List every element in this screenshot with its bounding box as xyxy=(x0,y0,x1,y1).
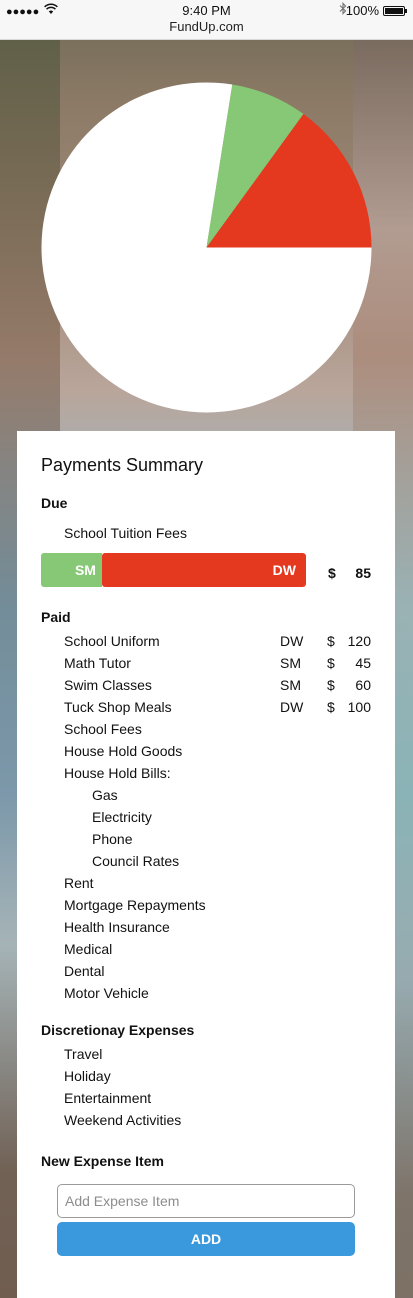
paid-subitem-gas[interactable]: Gas xyxy=(92,787,118,803)
paid-item-currency: $ xyxy=(327,655,335,671)
battery-icon xyxy=(383,6,407,16)
due-item-label[interactable]: School Tuition Fees xyxy=(64,525,187,541)
add-expense-input[interactable] xyxy=(57,1184,355,1218)
due-bar-dw-segment: DW xyxy=(101,553,306,587)
paid-item-house-hold-bills[interactable]: House Hold Bills: xyxy=(64,765,171,781)
paid-item-amount: 60 xyxy=(355,677,371,693)
add-expense-button[interactable]: ADD xyxy=(57,1222,355,1256)
due-bar-dw-label: DW xyxy=(272,562,296,578)
paid-item-motor-vehicle[interactable]: Motor Vehicle xyxy=(64,985,149,1001)
paid-item-initials: SM xyxy=(280,655,301,671)
due-amount: 85 xyxy=(355,565,371,581)
paid-item-medical[interactable]: Medical xyxy=(64,941,112,957)
card-title: Payments Summary xyxy=(41,455,204,475)
paid-item-initials: SM xyxy=(280,677,301,693)
paid-item-amount: 100 xyxy=(347,699,371,715)
paid-subitem-electricity[interactable]: Electricity xyxy=(92,809,152,825)
paid-item-currency: $ xyxy=(327,677,335,693)
section-discretionary-heading: Discretionay Expenses xyxy=(41,1022,195,1038)
section-paid-heading: Paid xyxy=(41,609,71,625)
paid-item-currency: $ xyxy=(327,699,335,715)
paid-item-swim-classes[interactable]: Swim Classes xyxy=(64,677,152,693)
paid-item-mortgage-repayments[interactable]: Mortgage Repayments xyxy=(64,897,206,913)
section-due-heading: Due xyxy=(41,495,68,511)
paid-item-house-hold-goods[interactable]: House Hold Goods xyxy=(64,743,182,759)
battery-fill xyxy=(385,8,403,14)
payments-summary-card: Payments Summary Due School Tuition Fees… xyxy=(17,431,395,1298)
discretionary-item-entertainment[interactable]: Entertainment xyxy=(64,1090,151,1106)
paid-subitem-council-rates[interactable]: Council Rates xyxy=(92,853,179,869)
paid-item-health-insurance[interactable]: Health Insurance xyxy=(64,919,170,935)
address-url[interactable]: FundUp.com xyxy=(0,19,413,34)
discretionary-item-holiday[interactable]: Holiday xyxy=(64,1068,111,1084)
paid-item-math-tutor[interactable]: Math Tutor xyxy=(64,655,131,671)
paid-item-initials: DW xyxy=(280,633,304,649)
payments-pie-chart xyxy=(41,82,372,413)
discretionary-item-travel[interactable]: Travel xyxy=(64,1046,102,1062)
due-split-bar[interactable]: SM DW xyxy=(41,553,306,587)
paid-item-amount: 120 xyxy=(347,633,371,649)
paid-item-school-uniform[interactable]: School Uniform xyxy=(64,633,160,649)
paid-item-currency: $ xyxy=(327,633,335,649)
due-bar-sm-segment: SM xyxy=(41,553,102,587)
paid-item-tuck-shop-meals[interactable]: Tuck Shop Meals xyxy=(64,699,172,715)
due-bar-sm-label: SM xyxy=(74,562,96,578)
status-bar: ●●●●● 9:40 PM FundUp.com 100% xyxy=(0,0,413,40)
paid-item-initials: DW xyxy=(280,699,304,715)
paid-subitem-phone[interactable]: Phone xyxy=(92,831,132,847)
discretionary-item-weekend-activities[interactable]: Weekend Activities xyxy=(64,1112,181,1128)
paid-item-school-fees[interactable]: School Fees xyxy=(64,721,142,737)
paid-item-amount: 45 xyxy=(355,655,371,671)
section-new-expense-heading: New Expense Item xyxy=(41,1153,164,1169)
paid-item-dental[interactable]: Dental xyxy=(64,963,104,979)
battery-percent: 100% xyxy=(345,3,379,18)
paid-item-rent[interactable]: Rent xyxy=(64,875,94,891)
due-currency: $ xyxy=(328,565,336,581)
